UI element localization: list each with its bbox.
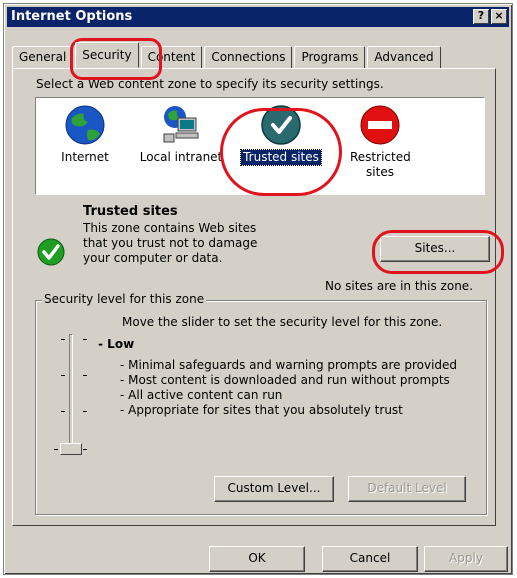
slider-hint: Move the slider to set the security leve… bbox=[122, 315, 443, 329]
zone-local-intranet[interactable]: Local intranet bbox=[136, 104, 226, 165]
zone-description: This zone contains Web sites that you tr… bbox=[83, 221, 258, 265]
tab-programs[interactable]: Programs bbox=[294, 46, 366, 68]
level-description-list: - Minimal safeguards and warning prompts… bbox=[120, 358, 457, 418]
list-item: - Minimal safeguards and warning prompts… bbox=[120, 358, 458, 372]
tab-connections[interactable]: Connections bbox=[204, 46, 293, 68]
slider-tick bbox=[83, 339, 87, 340]
tab-security[interactable]: Security bbox=[75, 42, 139, 68]
tab-content[interactable]: Content bbox=[140, 46, 203, 68]
network-computer-icon bbox=[163, 106, 199, 143]
title-bar[interactable]: Internet Options ? × bbox=[7, 7, 509, 27]
zone-list: Internet Local intranet Trusted sites Re… bbox=[35, 97, 485, 195]
zone-restricted-sites[interactable]: Restricted sites bbox=[336, 104, 424, 180]
slider-tick bbox=[83, 411, 87, 412]
tab-strip: General Security Content Connections Pro… bbox=[12, 42, 443, 68]
slider-tick bbox=[83, 375, 87, 376]
help-button[interactable]: ? bbox=[473, 9, 489, 24]
zone-title: Trusted sites bbox=[83, 204, 178, 219]
zone-trusted-sites[interactable]: Trusted sites bbox=[236, 104, 326, 166]
cancel-button[interactable]: Cancel bbox=[322, 546, 418, 572]
security-tab-panel: Select a Web content zone to specify its… bbox=[12, 68, 496, 526]
list-item: - All active content can run bbox=[120, 388, 283, 402]
list-item: - Most content is downloaded and run wit… bbox=[120, 373, 450, 387]
slider-tick bbox=[83, 449, 87, 450]
security-level-label: Security level for this zone bbox=[42, 292, 207, 306]
slider-tick bbox=[61, 411, 65, 412]
default-level-button[interactable]: Default Level bbox=[348, 476, 466, 502]
slider-tick bbox=[61, 339, 65, 340]
list-item: - Appropriate for sites that you absolut… bbox=[120, 403, 403, 417]
trusted-zone-check-icon bbox=[37, 238, 65, 266]
slider-tick bbox=[61, 375, 65, 376]
trusted-check-icon bbox=[261, 105, 301, 145]
globe-icon bbox=[65, 105, 105, 145]
security-slider-track[interactable] bbox=[69, 334, 73, 444]
zone-internet[interactable]: Internet bbox=[40, 104, 130, 165]
apply-button[interactable]: Apply bbox=[424, 546, 508, 572]
tab-advanced[interactable]: Advanced bbox=[367, 46, 441, 68]
zone-label: Trusted sites bbox=[240, 149, 322, 166]
ok-button[interactable]: OK bbox=[209, 546, 305, 572]
zone-instruction: Select a Web content zone to specify its… bbox=[36, 77, 384, 91]
window-title: Internet Options bbox=[11, 9, 133, 24]
custom-level-button[interactable]: Custom Level... bbox=[214, 476, 334, 502]
security-level-name: - Low bbox=[98, 337, 135, 351]
restricted-icon bbox=[360, 105, 400, 145]
zone-label: Local intranet bbox=[139, 150, 223, 164]
close-button[interactable]: × bbox=[491, 9, 507, 24]
zone-label: Restricted sites bbox=[350, 150, 411, 179]
no-sites-text: No sites are in this zone. bbox=[325, 279, 474, 293]
slider-tick bbox=[54, 449, 58, 450]
zone-label: Internet bbox=[61, 150, 109, 164]
tab-general[interactable]: General bbox=[12, 46, 74, 68]
security-level-group: Security level for this zone Move the sl… bbox=[35, 292, 487, 515]
sites-button[interactable]: Sites... bbox=[380, 236, 490, 262]
security-slider-thumb[interactable] bbox=[60, 443, 82, 455]
